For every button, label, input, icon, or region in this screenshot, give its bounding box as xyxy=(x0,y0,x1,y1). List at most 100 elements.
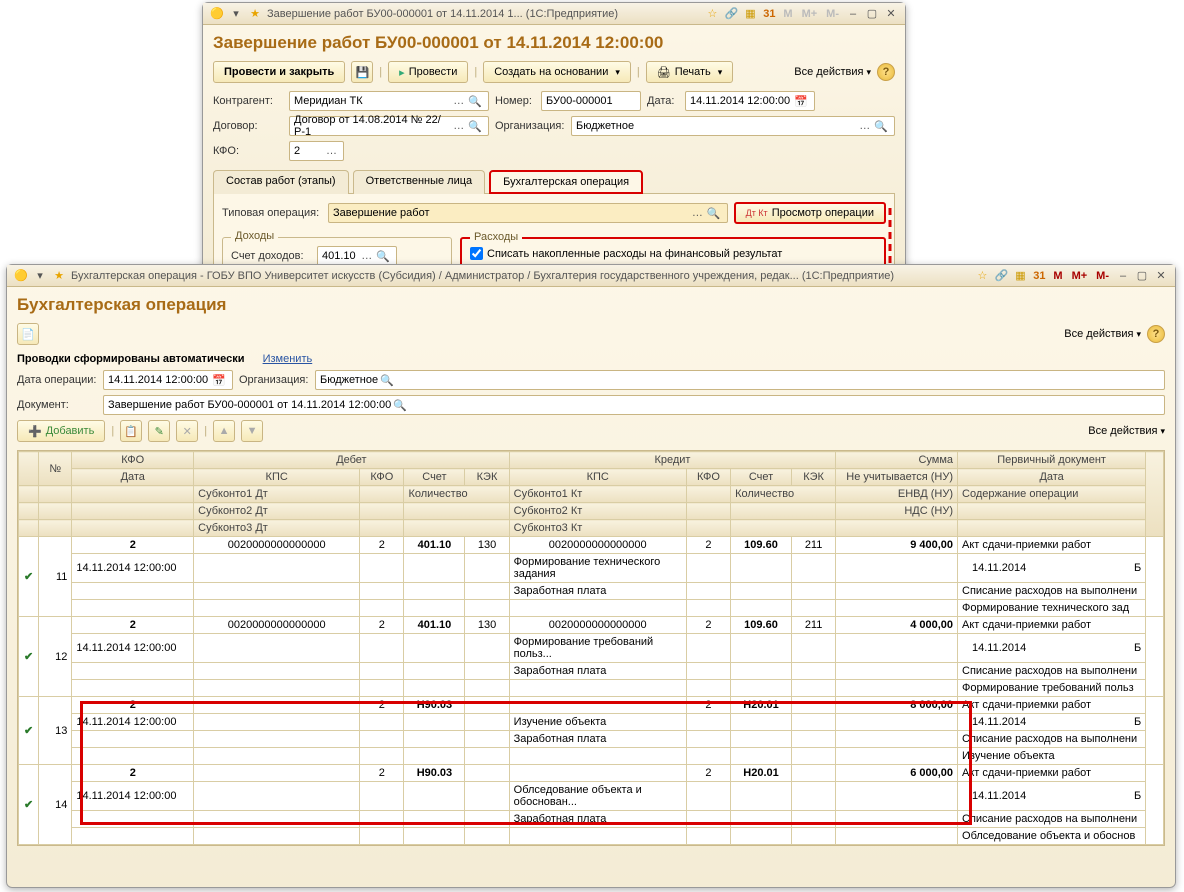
th-credit[interactable]: Кредит xyxy=(509,452,836,469)
doc-icon[interactable]: 📄 xyxy=(17,323,39,345)
counterparty-input[interactable]: Меридиан ТК…🔍 xyxy=(289,91,489,111)
help-icon-2[interactable]: ? xyxy=(1147,325,1165,343)
number-input[interactable]: БУ00-000001 xyxy=(541,91,641,111)
all-actions-2[interactable]: Все действия xyxy=(1064,328,1141,340)
mminus-btn[interactable]: M- xyxy=(1093,270,1112,282)
income-acct-input[interactable]: 401.10…🔍 xyxy=(317,246,397,266)
th-kfo-k[interactable]: КФО xyxy=(686,469,730,486)
minimize-icon[interactable]: – xyxy=(1115,268,1131,284)
fav-icon[interactable]: ☆ xyxy=(974,268,990,284)
table-row[interactable]: ✔ 14 2 2 Н90.03 2 Н20.01 6 000,00 Акт сд… xyxy=(19,765,1164,782)
org-input-2[interactable]: Бюджетное🔍 xyxy=(315,370,1165,390)
cal-icon[interactable]: 31 xyxy=(761,6,777,22)
add-button[interactable]: ➕ Добавить xyxy=(17,420,105,442)
calc-icon[interactable]: ▦ xyxy=(1012,268,1028,284)
star-icon[interactable]: ★ xyxy=(51,268,67,284)
close-icon[interactable]: ✕ xyxy=(1153,268,1169,284)
th-sum[interactable]: Сумма xyxy=(836,452,958,469)
th-num[interactable]: № xyxy=(39,452,72,486)
magnifier-icon[interactable]: 🔍 xyxy=(378,374,396,387)
expense-checkbox-row[interactable]: Списать накопленные расходы на финансовы… xyxy=(470,247,876,260)
org-label-2: Организация: xyxy=(239,374,309,386)
table-row[interactable]: ✔ 13 2 2 Н90.03 2 Н20.01 8 000,00 Акт сд… xyxy=(19,697,1164,714)
th-pdate[interactable]: Дата xyxy=(958,469,1146,486)
minimize-icon[interactable]: – xyxy=(845,6,861,22)
ellipsis-icon[interactable]: … xyxy=(690,207,705,219)
mplus-btn[interactable]: M+ xyxy=(1069,270,1091,282)
tab-accounting[interactable]: Бухгалтерская операция xyxy=(489,170,643,194)
doc-input[interactable]: Завершение работ БУ00-000001 от 14.11.20… xyxy=(103,395,1165,415)
th-acct-d[interactable]: Счет xyxy=(404,469,465,486)
ellipsis-icon[interactable]: … xyxy=(324,145,339,157)
nav-down-icon[interactable]: ▾ xyxy=(228,6,244,22)
typical-op-input[interactable]: Завершение работ…🔍 xyxy=(328,203,728,223)
link-icon[interactable]: 🔗 xyxy=(723,6,739,22)
calc-icon[interactable]: ▦ xyxy=(742,6,758,22)
m-btn[interactable]: M xyxy=(780,8,795,20)
view-operation-button[interactable]: Дт Кт Просмотр операции xyxy=(734,202,886,224)
all-actions-1[interactable]: Все действия xyxy=(794,66,871,78)
up-icon[interactable]: ▲ xyxy=(213,420,235,442)
th-kek-k[interactable]: КЭК xyxy=(791,469,835,486)
th-acct-k[interactable]: Счет xyxy=(731,469,792,486)
expense-checkbox[interactable] xyxy=(470,247,483,260)
magnifier-icon[interactable]: 🔍 xyxy=(466,95,484,108)
magnifier-icon[interactable]: 🔍 xyxy=(391,399,409,412)
th-nu[interactable]: Не учитывается (НУ) xyxy=(836,469,958,486)
kfo-input[interactable]: 2… xyxy=(289,141,344,161)
magnifier-icon[interactable]: 🔍 xyxy=(705,207,723,220)
table-row[interactable]: ✔ 11 2 0020000000000000 2 401.10 130 002… xyxy=(19,537,1164,554)
org-value-1: Бюджетное xyxy=(576,120,634,132)
magnifier-icon[interactable]: 🔍 xyxy=(466,120,484,133)
fav-icon[interactable]: ☆ xyxy=(704,6,720,22)
th-kfo[interactable]: КФО xyxy=(72,452,194,469)
mplus-btn[interactable]: M+ xyxy=(799,8,821,20)
th-kek-d[interactable]: КЭК xyxy=(465,469,509,486)
maximize-icon[interactable]: ▢ xyxy=(1134,268,1150,284)
th-kps-k[interactable]: КПС xyxy=(509,469,686,486)
post-close-button[interactable]: Провести и закрыть xyxy=(213,61,345,83)
table-row[interactable]: ✔ 12 2 0020000000000000 2 401.10 130 002… xyxy=(19,617,1164,634)
all-actions-3[interactable]: Все действия xyxy=(1088,425,1165,437)
save-icon[interactable]: 💾 xyxy=(351,61,373,83)
th-date[interactable]: Дата xyxy=(72,469,194,486)
tab-persons[interactable]: Ответственные лица xyxy=(353,170,486,194)
cal-icon[interactable]: 31 xyxy=(1031,268,1047,284)
maximize-icon[interactable]: ▢ xyxy=(864,6,880,22)
th-debit[interactable]: Дебет xyxy=(194,452,510,469)
op-date-input[interactable]: 14.11.2014 12:00:00📅 xyxy=(103,370,233,390)
th-kfo-d[interactable]: КФО xyxy=(360,469,404,486)
magnifier-icon[interactable]: 🔍 xyxy=(374,250,392,263)
link-icon[interactable]: 🔗 xyxy=(993,268,1009,284)
ellipsis-icon[interactable]: … xyxy=(857,120,872,132)
ellipsis-icon[interactable]: … xyxy=(359,250,374,262)
th-qty-d: Количество xyxy=(404,486,509,503)
delete-icon[interactable]: ✕ xyxy=(176,420,198,442)
tab-works[interactable]: Состав работ (этапы) xyxy=(213,170,349,194)
create-based-button[interactable]: Создать на основании xyxy=(483,61,631,83)
mminus-btn[interactable]: M- xyxy=(823,8,842,20)
m-btn[interactable]: M xyxy=(1050,270,1065,282)
nav-down-icon[interactable]: ▾ xyxy=(32,268,48,284)
calendar-icon[interactable]: 📅 xyxy=(792,95,810,108)
org-input-1[interactable]: Бюджетное …🔍 xyxy=(571,116,895,136)
down-icon[interactable]: ▼ xyxy=(241,420,263,442)
copy-icon[interactable]: 📋 xyxy=(120,420,142,442)
post-button[interactable]: ▸Провести xyxy=(388,61,468,83)
ellipsis-icon[interactable]: … xyxy=(451,120,466,132)
contract-input[interactable]: Договор от 14.08.2014 № 22/Р-1…🔍 xyxy=(289,116,489,136)
help-icon-1[interactable]: ? xyxy=(877,63,895,81)
calendar-icon[interactable]: 📅 xyxy=(210,374,228,387)
edit-icon[interactable]: ✎ xyxy=(148,420,170,442)
change-link[interactable]: Изменить xyxy=(263,353,313,365)
ellipsis-icon[interactable]: … xyxy=(451,95,466,107)
print-button[interactable]: 🖨 Печать xyxy=(646,61,734,83)
date-label: Дата: xyxy=(647,95,679,107)
star-icon[interactable]: ★ xyxy=(247,6,263,22)
magnifier-icon[interactable]: 🔍 xyxy=(872,120,890,133)
date-input[interactable]: 14.11.2014 12:00:00📅 xyxy=(685,91,815,111)
th-primary[interactable]: Первичный документ xyxy=(958,452,1146,469)
th-kps-d[interactable]: КПС xyxy=(194,469,360,486)
close-icon[interactable]: ✕ xyxy=(883,6,899,22)
postings-table[interactable]: № КФО Дебет Кредит Сумма Первичный докум… xyxy=(18,451,1164,845)
